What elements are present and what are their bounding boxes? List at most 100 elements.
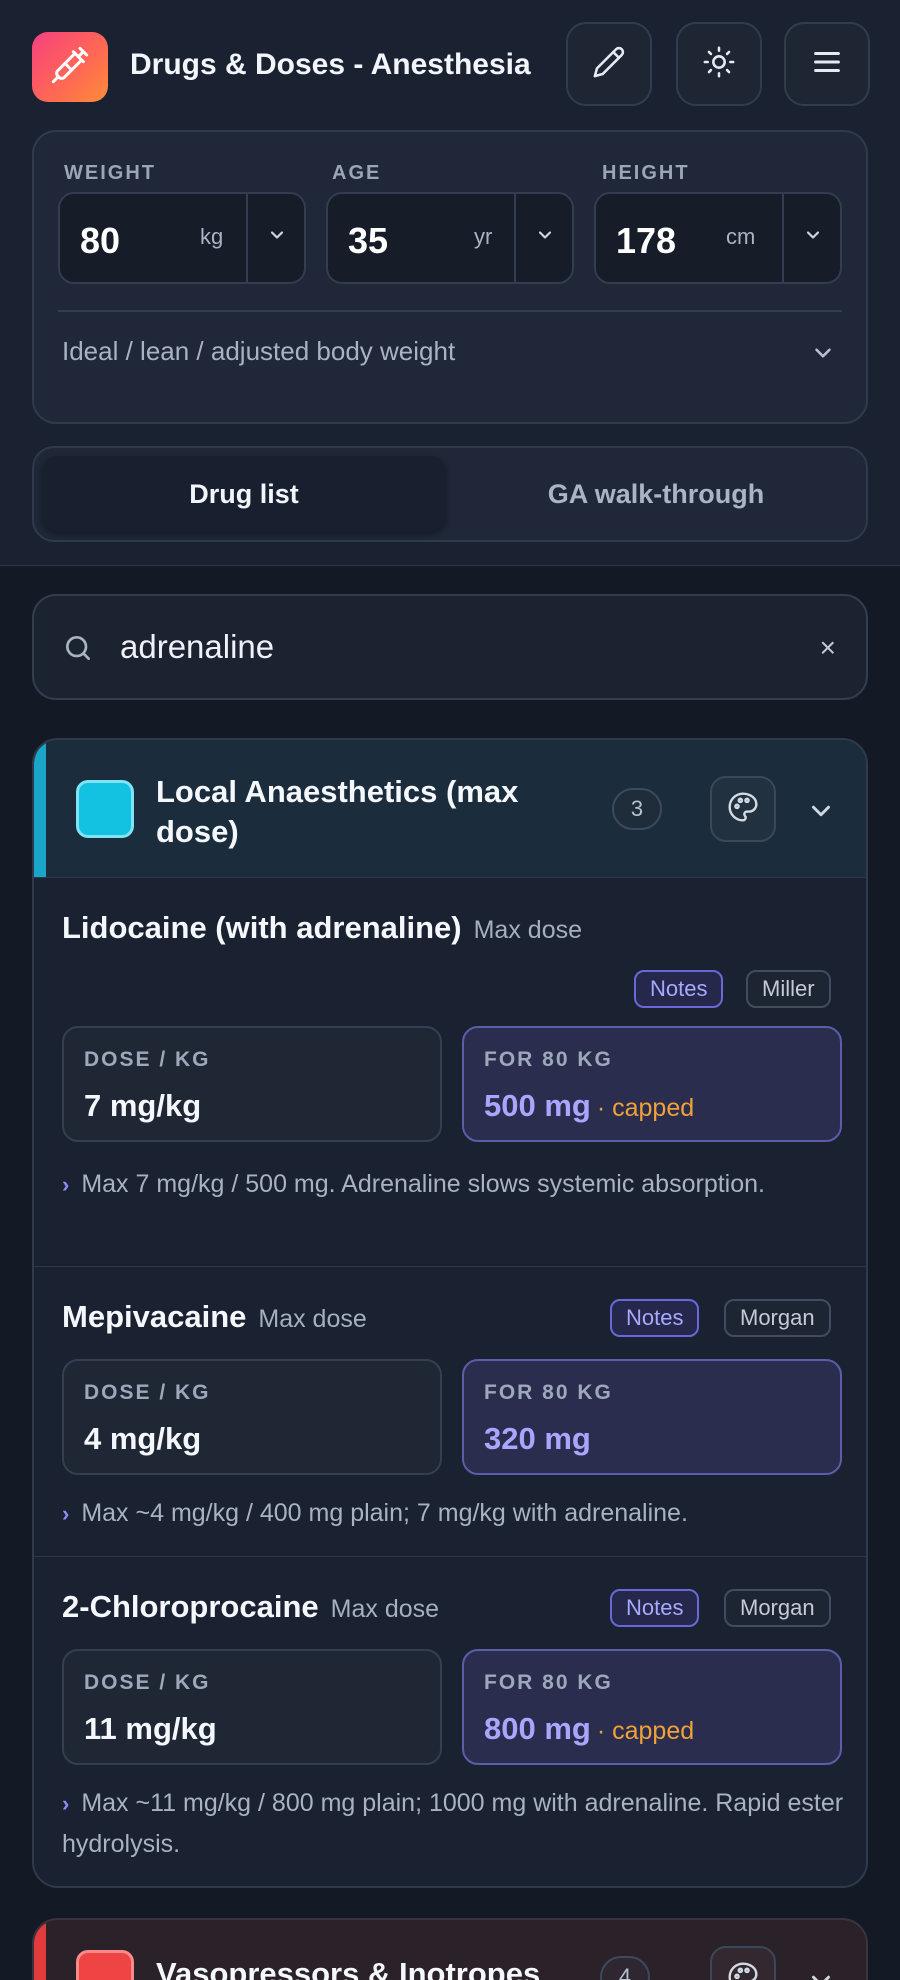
patient-parameters-card: WEIGHT 80 kg AGE 35 yr HEIGHT 178 cm Ide… (32, 130, 868, 424)
weight-unit: kg (200, 224, 224, 249)
drug-note[interactable]: › Max ~4 mg/kg / 400 mg plain; 7 mg/kg wi… (62, 1493, 852, 1534)
group-color-button[interactable] (710, 776, 776, 842)
view-tabs: Drug list GA walk-through (32, 446, 868, 542)
dose-value: 7 mg/kg (84, 1088, 202, 1123)
weight-field[interactable]: 80 kg (58, 192, 306, 284)
height-label: HEIGHT (602, 162, 690, 184)
total-dose-box: FOR 80 KG 800 mg · capped (462, 1649, 842, 1765)
notes-tag[interactable]: Notes (634, 970, 724, 1008)
field-divider (782, 194, 784, 282)
app-logo (32, 32, 108, 102)
weight-dropdown[interactable] (266, 226, 288, 248)
group-header[interactable]: Local Anaesthetics (max dose) 3 (34, 740, 866, 878)
group-count-badge: 4 (600, 1956, 650, 1980)
field-divider (246, 194, 248, 282)
card-divider (58, 310, 842, 312)
tab-drug-list[interactable]: Drug list (42, 456, 446, 532)
chevron-right-icon: › (62, 1172, 70, 1197)
age-field[interactable]: 35 yr (326, 192, 574, 284)
drug-group-vasopressors[interactable]: Vasopressors & Inotropes 4 (32, 1918, 868, 1980)
drug-name-text: 2-Chloroprocaine (62, 1589, 319, 1624)
group-collapse-toggle[interactable] (806, 796, 836, 831)
age-value[interactable]: 35 (348, 220, 388, 262)
total-label: FOR 80 KG (484, 1381, 613, 1404)
drug-name: Lidocaine (with adrenaline) Max dose (62, 910, 582, 946)
search-box[interactable]: adrenaline × (32, 594, 868, 700)
group-accent-stripe (34, 1920, 46, 1980)
palette-icon (727, 1961, 759, 1980)
total-value: 500 mg · capped (484, 1088, 694, 1124)
capped-badge: · capped (596, 1094, 695, 1122)
dose-per-kg-box: DOSE / KG 4 mg/kg (62, 1359, 442, 1475)
dose-label: DOSE / KG (84, 1381, 211, 1404)
reference-tag[interactable]: Miller (746, 970, 831, 1008)
tab-ga-walkthrough[interactable]: GA walk-through (454, 456, 858, 532)
age-label: AGE (332, 162, 382, 184)
menu-icon (810, 45, 844, 84)
drug-type: Max dose (330, 1595, 440, 1623)
dose-label: DOSE / KG (84, 1048, 211, 1071)
app-title: Drugs & Doses - Anesthesia (130, 48, 531, 81)
menu-button[interactable] (784, 22, 870, 106)
top-panel: Drugs & Doses - Anesthesia WEIGHT 80 kg (0, 0, 900, 566)
dose-label: DOSE / KG (84, 1671, 211, 1694)
clear-search-button[interactable]: × (820, 632, 836, 664)
drug-note[interactable]: › Max ~11 mg/kg / 800 mg plain; 1000 mg w… (62, 1783, 852, 1864)
dose-value: 4 mg/kg (84, 1421, 202, 1456)
field-divider (514, 194, 516, 282)
chevron-down-icon (267, 225, 287, 250)
chevron-down-icon (806, 805, 836, 830)
total-amount: 500 mg (484, 1088, 591, 1123)
search-input[interactable]: adrenaline (120, 628, 274, 666)
age-dropdown[interactable] (534, 226, 556, 248)
drug-row-lidocaine: Lidocaine (with adrenaline) Max dose Note… (34, 878, 866, 1008)
drug-note-text: Max 7 mg/kg / 500 mg. Adrenaline slows s… (81, 1170, 765, 1198)
height-dropdown[interactable] (802, 226, 824, 248)
total-dose-box: FOR 80 KG 320 mg (462, 1359, 842, 1475)
drug-name: Mepivacaine Max dose (62, 1299, 367, 1335)
weight-value[interactable]: 80 (80, 220, 120, 262)
drug-type: Max dose (258, 1305, 367, 1333)
group-color-swatch (76, 1950, 134, 1980)
dose-value: 11 mg/kg (84, 1711, 217, 1746)
chevron-down-icon (535, 225, 555, 250)
chevron-right-icon: › (62, 1501, 70, 1526)
reference-tag[interactable]: Morgan (724, 1589, 831, 1627)
group-count-badge: 3 (612, 788, 662, 830)
age-unit: yr (474, 224, 493, 249)
drug-name-text: Mepivacaine (62, 1299, 247, 1334)
group-title: Local Anaesthetics (max dose) (156, 774, 519, 849)
total-value: 800 mg · capped (484, 1711, 694, 1747)
total-value: 320 mg (484, 1421, 591, 1456)
drug-note-text: Max ~11 mg/kg / 800 mg plain; 1000 mg wi… (62, 1789, 844, 1858)
height-value[interactable]: 178 (616, 220, 676, 262)
height-field[interactable]: 178 cm (594, 192, 842, 284)
drug-row-mepivacaine: Mepivacaine Max dose Notes Morgan DOSE / … (34, 1266, 866, 1556)
height-unit: cm (726, 224, 756, 249)
group-collapse-toggle[interactable] (806, 1966, 836, 1980)
drug-type: Max dose (473, 916, 582, 944)
chevron-down-icon (810, 348, 836, 370)
notes-tag[interactable]: Notes (610, 1589, 700, 1627)
theme-toggle-button[interactable] (676, 22, 762, 106)
search-icon (62, 632, 94, 669)
body-weight-toggle[interactable]: Ideal / lean / adjusted body weight (62, 336, 455, 367)
group-color-button[interactable] (710, 1946, 776, 1980)
total-amount: 800 mg (484, 1711, 591, 1746)
drug-name: 2-Chloroprocaine Max dose (62, 1589, 439, 1625)
dose-per-kg-box: DOSE / KG 11 mg/kg (62, 1649, 442, 1765)
body-weight-expand[interactable] (810, 340, 836, 371)
total-dose-box: FOR 80 KG 500 mg · capped (462, 1026, 842, 1142)
edit-button[interactable] (566, 22, 652, 106)
notes-tag[interactable]: Notes (610, 1299, 700, 1337)
pencil-icon (592, 45, 626, 84)
total-label: FOR 80 KG (484, 1671, 613, 1694)
dose-per-kg-box: DOSE / KG 7 mg/kg (62, 1026, 442, 1142)
drug-group-local-anaesthetics: Local Anaesthetics (max dose) 3 Lidocain… (32, 738, 868, 1888)
chevron-right-icon: › (62, 1791, 70, 1816)
reference-tag[interactable]: Morgan (724, 1299, 831, 1337)
total-label: FOR 80 KG (484, 1048, 613, 1071)
drug-note[interactable]: › Max 7 mg/kg / 500 mg. Adrenaline slows … (62, 1164, 852, 1205)
syringe-icon (50, 45, 90, 90)
sun-icon (702, 45, 736, 84)
